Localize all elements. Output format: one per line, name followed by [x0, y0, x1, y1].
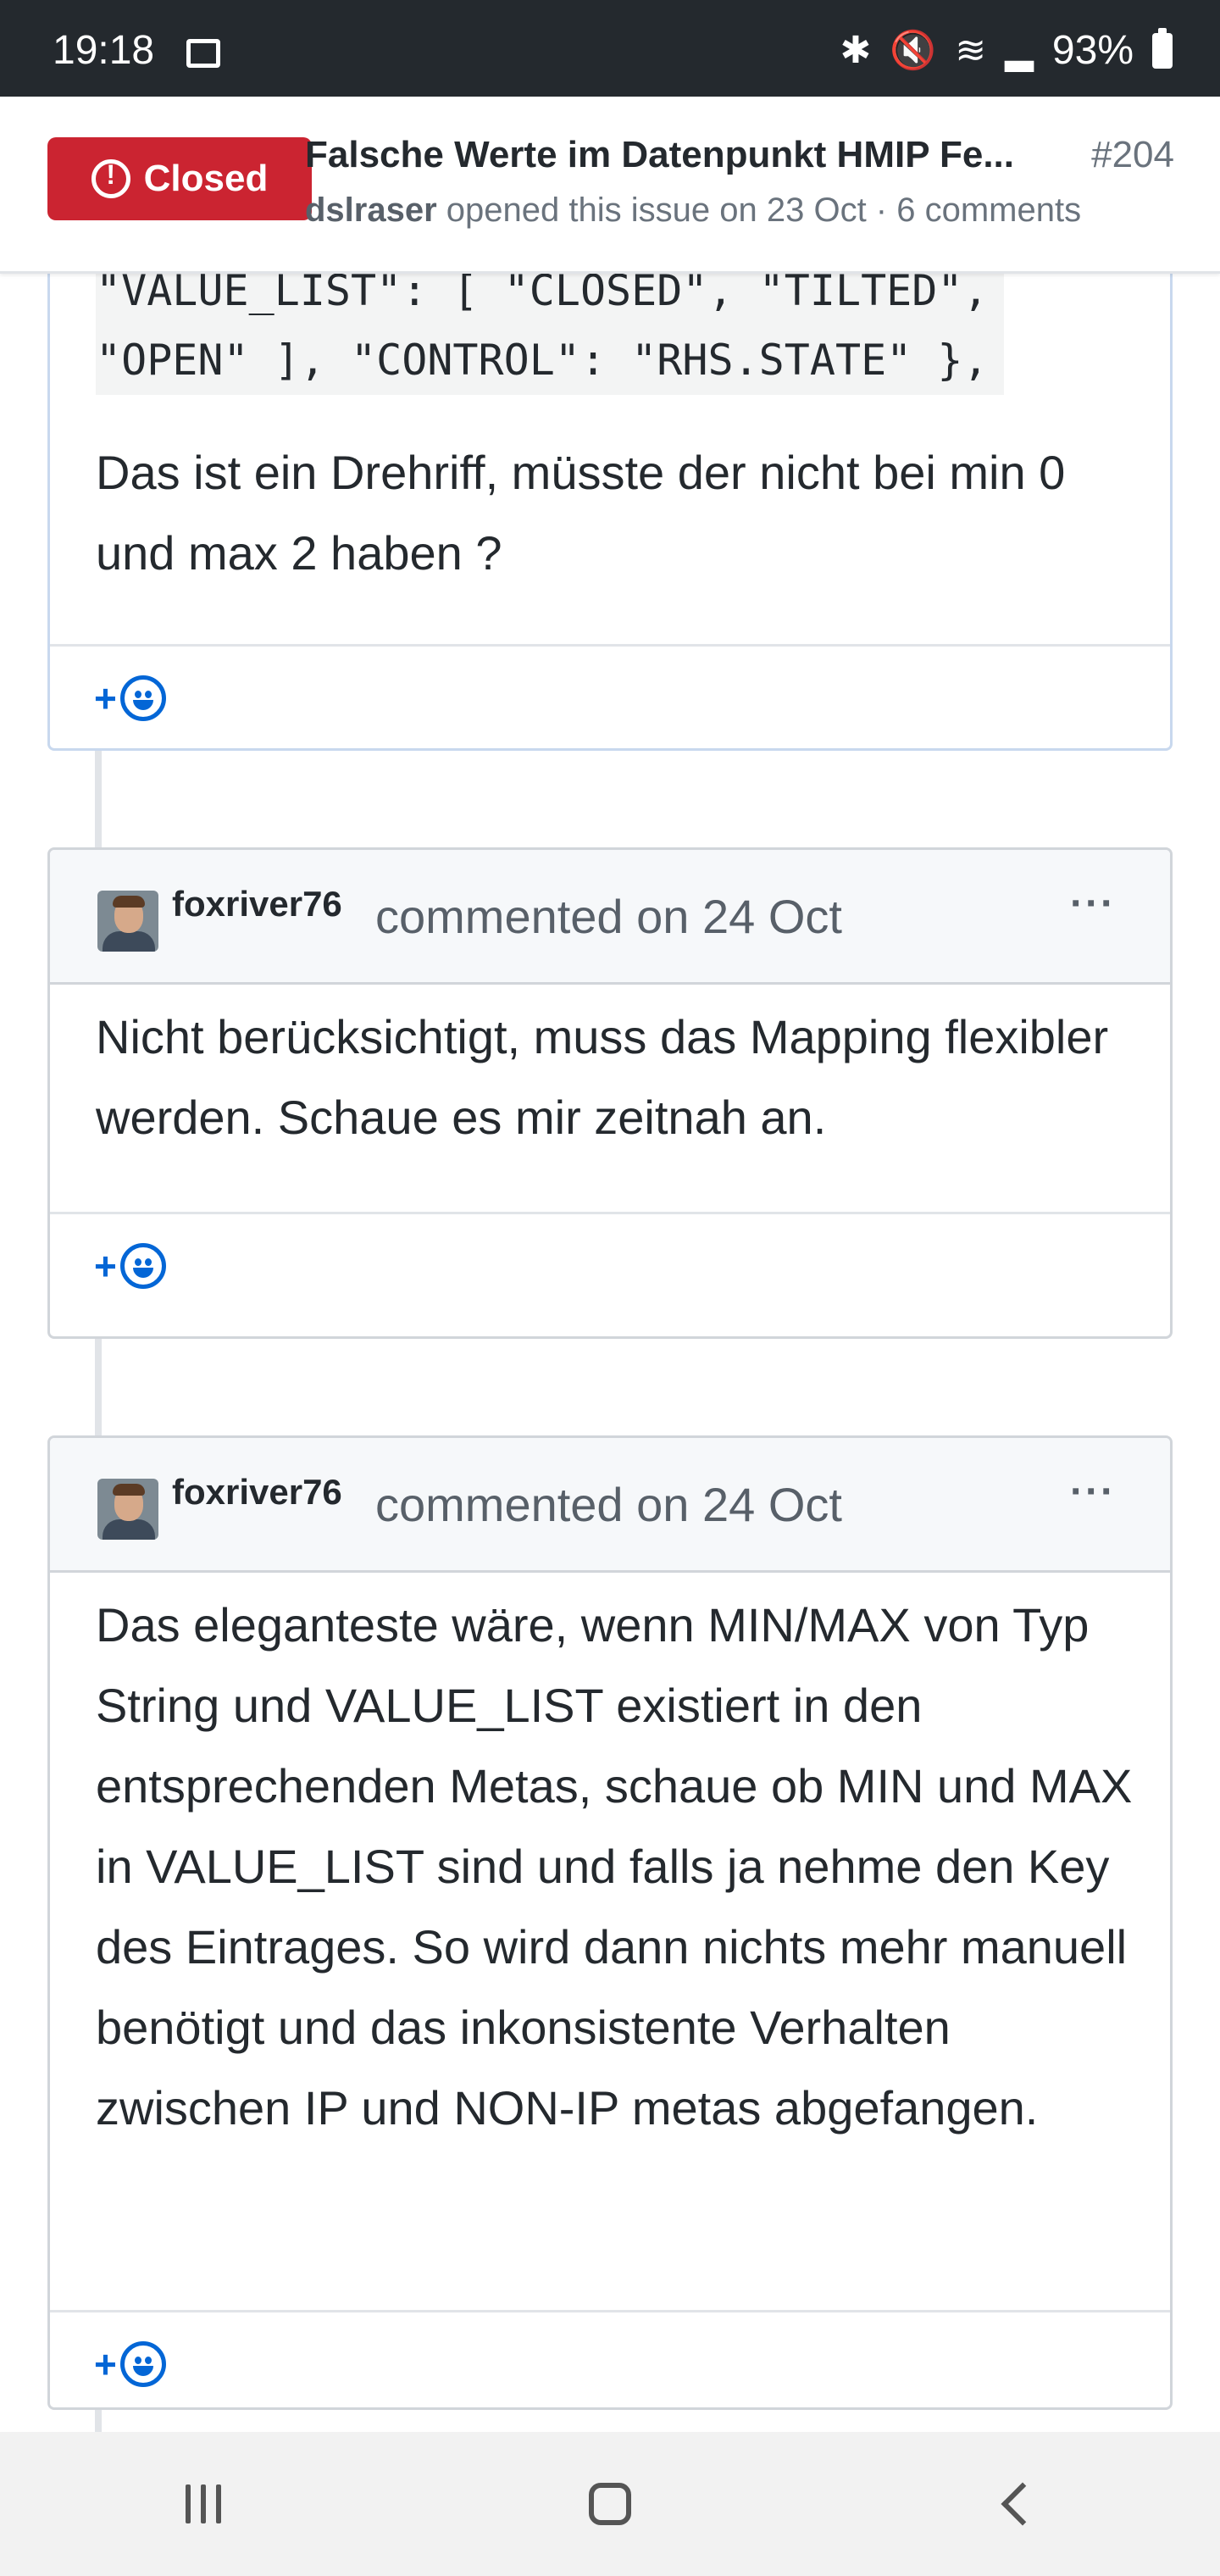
- bluetooth-icon: ✱: [840, 30, 872, 71]
- comment-card: foxriver76 commented on 24 Oct ··· Nicht…: [47, 847, 1173, 1339]
- back-icon: [1001, 2482, 1045, 2526]
- comment-card: foxriver76 commented on 24 Oct ··· Das e…: [47, 1435, 1173, 2410]
- comment-header: foxriver76 commented on 24 Oct ···: [50, 850, 1170, 985]
- smiley-icon: [119, 675, 166, 721]
- recent-apps-button[interactable]: [119, 2453, 288, 2555]
- issue-number: #204: [1091, 134, 1174, 175]
- issue-meta-text: opened this issue on 23 Oct · 6 comments: [446, 192, 1082, 229]
- issue-state-label: Closed: [143, 158, 269, 199]
- home-button[interactable]: [525, 2453, 695, 2555]
- comment-header: foxriver76 commented on 24 Oct ···: [50, 1438, 1170, 1573]
- back-button[interactable]: [932, 2453, 1101, 2555]
- reaction-bar: +: [50, 644, 1170, 748]
- timeline-connector: [95, 746, 102, 847]
- comment-author[interactable]: foxriver76: [172, 1472, 342, 1513]
- comment-date[interactable]: commented on 24 Oct: [375, 1477, 842, 1532]
- image-notification-icon: [186, 39, 220, 68]
- issue-closed-icon: [91, 159, 130, 198]
- battery-percent: 93%: [1051, 28, 1134, 73]
- status-time: 19:18: [53, 28, 155, 73]
- plus-sign: +: [94, 1244, 117, 1288]
- smiley-icon: [119, 2341, 166, 2387]
- smiley-icon: [119, 1243, 166, 1289]
- battery-icon: [1152, 28, 1173, 69]
- comment-body: Das eleganteste wäre, wenn MIN/MAX von T…: [96, 1598, 1133, 2135]
- system-nav-bar: [0, 2432, 1220, 2576]
- comment-author[interactable]: foxriver76: [172, 884, 342, 924]
- comment-body: Nicht berücksichtigt, muss das Mapping f…: [96, 1010, 1109, 1144]
- add-reaction-button[interactable]: +: [94, 675, 166, 721]
- recent-apps-icon: [186, 2484, 221, 2523]
- issue-title[interactable]: Falsche Werte im Datenpunkt HMIP Fe...: [305, 134, 1059, 176]
- wifi-icon: ≋: [955, 30, 987, 71]
- plus-sign: +: [94, 676, 117, 720]
- add-reaction-button[interactable]: +: [94, 2341, 166, 2387]
- comment-card: "VALUE_LIST": [ "CLOSED", "TILTED", "OPE…: [47, 246, 1173, 751]
- more-options-icon[interactable]: ···: [1070, 880, 1116, 927]
- issue-state-badge: Closed: [47, 137, 312, 220]
- status-bar: 19:18 ✱ 🔇 ≋ ▂ 93%: [0, 0, 1220, 97]
- code-snippet: "VALUE_LIST": [ "CLOSED", "TILTED", "OPE…: [96, 256, 1004, 395]
- comment-date[interactable]: commented on 24 Oct: [375, 889, 842, 944]
- mute-icon: 🔇: [890, 30, 937, 71]
- plus-sign: +: [94, 2342, 117, 2386]
- issue-header: Closed Falsche Werte im Datenpunkt HMIP …: [0, 97, 1220, 274]
- more-options-icon[interactable]: ···: [1070, 1468, 1116, 1515]
- issue-meta: dslraser opened this issue on 23 Oct · 6…: [305, 192, 1081, 230]
- status-icons: ✱ 🔇 ≋ ▂ 93%: [840, 28, 1173, 73]
- signal-icon: ▂: [1005, 30, 1034, 71]
- timeline-connector: [95, 1335, 102, 1436]
- comment-body: "VALUE_LIST": [ "CLOSED", "TILTED", "OPE…: [50, 246, 1170, 644]
- reaction-bar: +: [50, 1212, 1170, 1316]
- reaction-bar: +: [50, 2310, 1170, 2407]
- add-reaction-button[interactable]: +: [94, 1243, 166, 1289]
- avatar[interactable]: [97, 1479, 158, 1540]
- comment-text: Das ist ein Drehriff, müsste der nicht b…: [96, 446, 1066, 580]
- home-icon: [589, 2483, 631, 2525]
- issue-author-link[interactable]: dslraser: [305, 192, 437, 229]
- avatar[interactable]: [97, 891, 158, 952]
